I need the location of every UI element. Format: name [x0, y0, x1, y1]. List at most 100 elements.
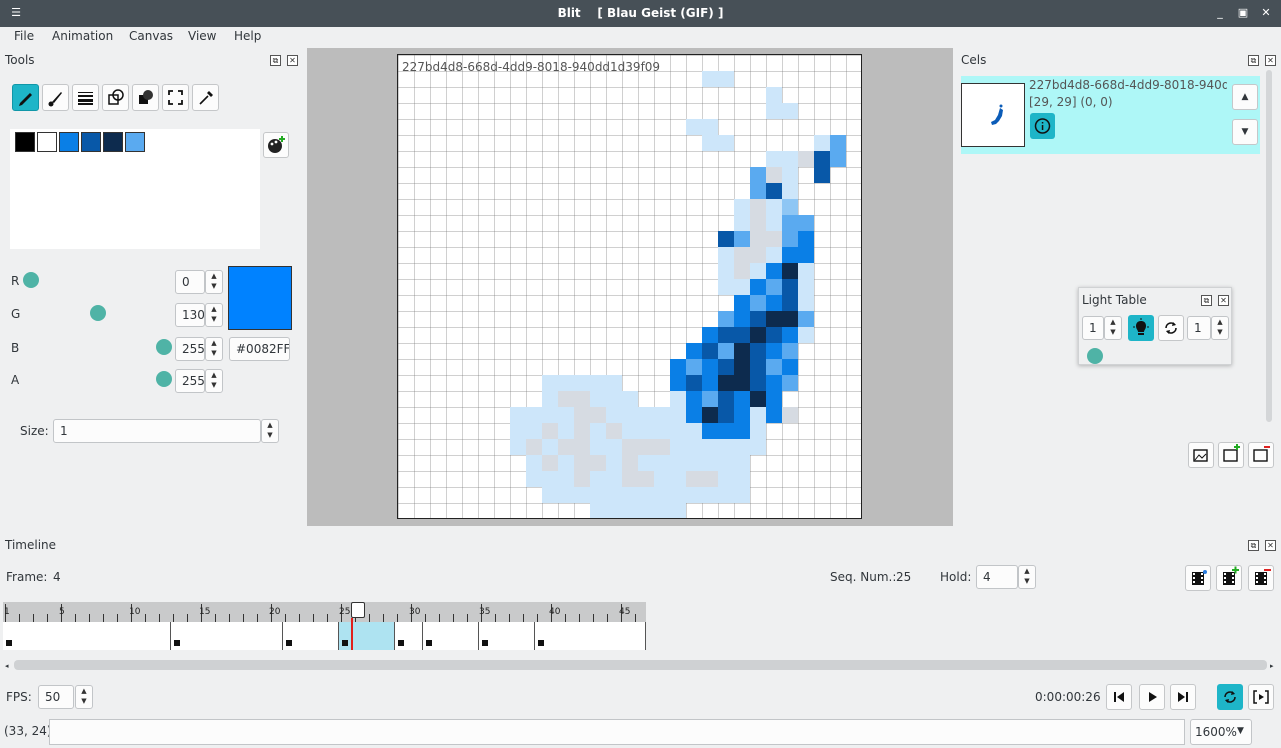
- g-stepper[interactable]: ▲ ▼: [205, 303, 223, 327]
- sprite-pixel: [782, 183, 798, 199]
- palette-swatch[interactable]: [37, 132, 57, 152]
- fps-field[interactable]: 50: [38, 685, 74, 709]
- light-table-after-stepper[interactable]: ▲ ▼: [1211, 316, 1229, 340]
- r-stepper[interactable]: ▲ ▼: [205, 270, 223, 294]
- next-frame-button[interactable]: [1170, 684, 1196, 710]
- scroll-left-icon[interactable]: ◂: [5, 662, 9, 670]
- a-value-field[interactable]: 255: [175, 369, 205, 393]
- sprite-pixel: [574, 375, 590, 391]
- playhead-handle[interactable]: [351, 602, 365, 618]
- float-light-table-icon[interactable]: ⧉: [1201, 295, 1212, 306]
- sprite-pixel: [766, 263, 782, 279]
- close-tools-icon[interactable]: ✕: [287, 55, 298, 66]
- sprite-pixel: [718, 487, 734, 503]
- sprite-pixel: [558, 407, 574, 423]
- close-window-icon[interactable]: ✕: [1258, 5, 1274, 21]
- close-timeline-icon[interactable]: ✕: [1265, 540, 1276, 551]
- line-width-tool-button[interactable]: [72, 84, 99, 111]
- import-frame-button[interactable]: [1185, 565, 1211, 591]
- light-table-after-field[interactable]: 1: [1187, 316, 1211, 340]
- menu-view[interactable]: View: [188, 29, 216, 43]
- sprite-pixel: [766, 311, 782, 327]
- palette-swatch[interactable]: [59, 132, 79, 152]
- b-slider-handle[interactable]: [156, 339, 172, 355]
- tick-label: 40: [549, 607, 561, 617]
- b-stepper[interactable]: ▲ ▼: [205, 337, 223, 361]
- scroll-right-icon[interactable]: ▸: [1270, 662, 1274, 670]
- minimize-icon[interactable]: _: [1212, 5, 1228, 21]
- sprite-pixel: [718, 71, 734, 87]
- tick-label: 15: [199, 607, 211, 617]
- outline-shapes-tool-button[interactable]: [102, 84, 129, 111]
- fps-stepper[interactable]: ▲ ▼: [75, 685, 93, 709]
- a-slider-handle[interactable]: [156, 371, 172, 387]
- sprite-pixel: [830, 135, 846, 151]
- remove-frame-button[interactable]: [1248, 565, 1274, 591]
- palette-swatch[interactable]: [15, 132, 35, 152]
- hold-stepper[interactable]: ▲ ▼: [1018, 565, 1036, 589]
- menu-animation[interactable]: Animation: [52, 29, 113, 43]
- tick-label: 5: [59, 607, 65, 617]
- previous-frame-button[interactable]: [1106, 684, 1132, 710]
- eyedropper-tool-button[interactable]: [192, 84, 219, 111]
- menu-file[interactable]: File: [14, 29, 34, 43]
- add-to-palette-button[interactable]: [263, 132, 289, 158]
- cel-scroll-up-button[interactable]: ▲: [1232, 84, 1258, 110]
- hold-field[interactable]: 4: [976, 565, 1018, 589]
- sprite-pixel: [782, 375, 798, 391]
- palette-swatch[interactable]: [81, 132, 101, 152]
- float-tools-icon[interactable]: ⧉: [270, 55, 281, 66]
- sprite-pixel: [558, 439, 574, 455]
- b-value-field[interactable]: 255: [175, 337, 205, 361]
- maximize-icon[interactable]: ▣: [1235, 5, 1251, 21]
- close-cels-icon[interactable]: ✕: [1265, 55, 1276, 66]
- pencil-tool-button[interactable]: [12, 84, 39, 111]
- add-frame-button[interactable]: [1216, 565, 1242, 591]
- size-stepper[interactable]: ▲ ▼: [261, 419, 279, 443]
- light-table-before-field[interactable]: 1: [1082, 316, 1104, 340]
- sprite-pixel: [590, 407, 606, 423]
- float-timeline-icon[interactable]: ⧉: [1248, 540, 1259, 551]
- pixel-canvas[interactable]: 227bd4d8-668d-4dd9-8018-940dd1d39f09: [397, 54, 862, 519]
- import-cel-button[interactable]: [1188, 442, 1214, 468]
- cels-scrollbar[interactable]: [1266, 70, 1272, 422]
- add-cel-button[interactable]: [1218, 442, 1244, 468]
- brush-tool-button[interactable]: [42, 84, 69, 111]
- menu-help[interactable]: Help: [234, 29, 261, 43]
- close-light-table-icon[interactable]: ✕: [1218, 295, 1229, 306]
- play-range-button[interactable]: [1248, 684, 1274, 710]
- filled-shapes-tool-button[interactable]: [132, 84, 159, 111]
- menu-canvas[interactable]: Canvas: [129, 29, 173, 43]
- frame-block[interactable]: [171, 622, 283, 650]
- frame-block[interactable]: [535, 622, 646, 650]
- r-value-field[interactable]: 0: [175, 270, 205, 294]
- cel-info-button[interactable]: [1030, 113, 1055, 139]
- hex-color-field[interactable]: #0082FF: [229, 337, 290, 361]
- hold-label: Hold:: [940, 570, 972, 584]
- size-field[interactable]: 1: [53, 419, 261, 443]
- frame-block[interactable]: [3, 622, 171, 650]
- sprite-pixel: [814, 135, 830, 151]
- r-slider-handle[interactable]: [23, 272, 39, 288]
- loop-playback-button[interactable]: [1217, 684, 1243, 710]
- light-table-opacity-handle[interactable]: [1087, 348, 1103, 364]
- remove-cel-button[interactable]: [1248, 442, 1274, 468]
- palette-swatch[interactable]: [125, 132, 145, 152]
- resize-tool-button[interactable]: [162, 84, 189, 111]
- palette-swatch[interactable]: [103, 132, 123, 152]
- fps-label: FPS:: [6, 690, 32, 704]
- a-stepper[interactable]: ▲ ▼: [205, 369, 223, 393]
- playback-time: 0:00:00:26: [1035, 690, 1101, 704]
- timeline-scrollbar[interactable]: [14, 660, 1267, 670]
- cel-scroll-down-button[interactable]: ▼: [1232, 119, 1258, 145]
- float-cels-icon[interactable]: ⧉: [1248, 55, 1259, 66]
- sprite-pixel: [718, 247, 734, 263]
- zoom-select[interactable]: 1600% ▼: [1190, 719, 1252, 745]
- light-table-before-stepper[interactable]: ▲ ▼: [1104, 316, 1122, 340]
- play-button[interactable]: [1139, 684, 1165, 710]
- g-slider-handle[interactable]: [90, 305, 106, 321]
- light-table-loop-button[interactable]: [1158, 315, 1184, 341]
- light-table-toggle-button[interactable]: [1128, 315, 1154, 341]
- g-value-field[interactable]: 130: [175, 303, 205, 327]
- current-color-preview[interactable]: [228, 266, 292, 330]
